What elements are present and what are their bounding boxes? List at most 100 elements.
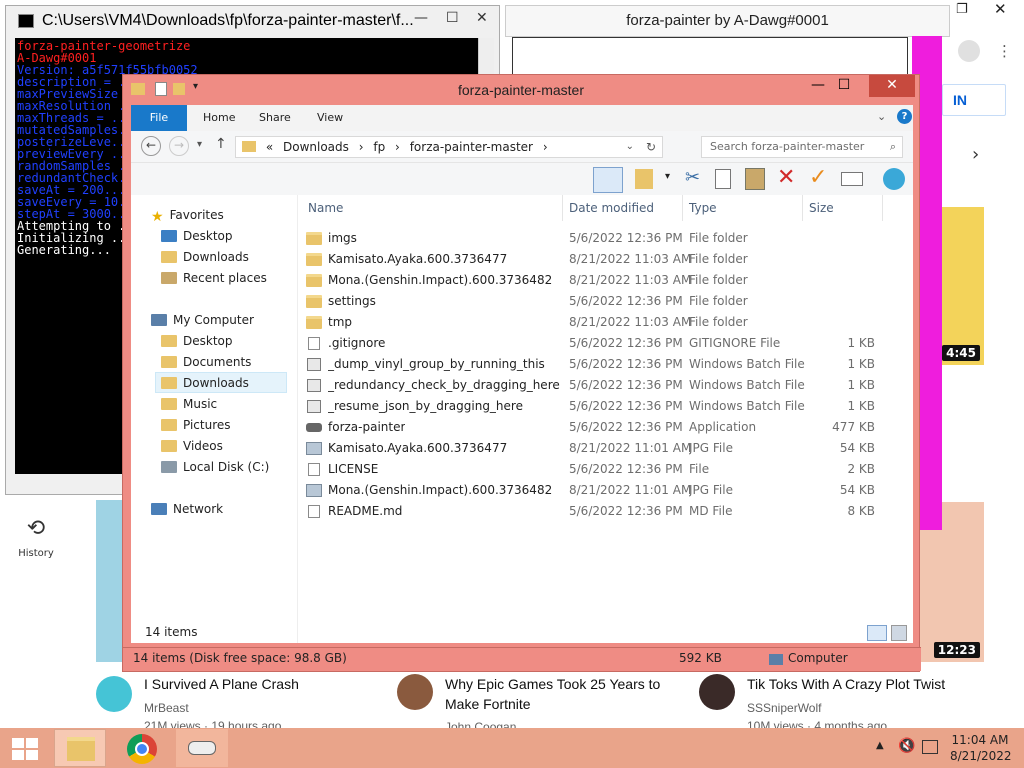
nav-favorites[interactable]: ★ Favorites xyxy=(151,205,224,226)
video-title[interactable]: Tik Toks With A Crazy Plot Twist xyxy=(747,674,987,694)
channel-avatar[interactable] xyxy=(96,676,132,712)
nav-item-documents[interactable]: Documents xyxy=(161,352,251,373)
forward-icon[interactable]: → xyxy=(169,136,189,156)
taskbar-chrome[interactable] xyxy=(116,729,168,767)
tab-view[interactable]: View xyxy=(303,105,357,131)
tray-expand-icon[interactable]: ▲ xyxy=(876,740,884,751)
file-row[interactable]: README.md 5/6/2022 12:36 PM MD File 8 KB xyxy=(306,501,906,522)
column-header-size[interactable]: Size xyxy=(803,195,883,221)
checkmark-icon[interactable]: ✓ xyxy=(809,165,827,190)
restore-icon[interactable]: ❐ xyxy=(956,2,968,17)
folder-options-icon[interactable] xyxy=(635,169,653,189)
rename-icon[interactable] xyxy=(841,172,863,186)
sign-in-button[interactable]: IN xyxy=(942,84,1006,116)
maximize-icon[interactable]: ☐ xyxy=(446,10,459,26)
nav-item-local-disk[interactable]: Local Disk (C:) xyxy=(161,457,269,478)
search-input[interactable]: Search forza-painter-master ⌕ xyxy=(701,136,903,158)
copy-icon[interactable] xyxy=(715,169,731,189)
taskbar-forza-painter[interactable] xyxy=(176,729,228,767)
close-icon[interactable]: ✕ xyxy=(476,10,488,26)
account-icon[interactable] xyxy=(958,40,980,62)
globe-icon[interactable] xyxy=(883,168,905,190)
refresh-icon[interactable]: ↻ xyxy=(646,137,656,157)
chevron-down-icon[interactable]: ⌄ xyxy=(877,110,886,123)
nav-item-recent[interactable]: Recent places xyxy=(161,268,267,289)
video-meta: 10M views · 4 months ago xyxy=(747,719,888,728)
up-icon[interactable]: ↑ xyxy=(215,136,227,152)
nav-item-desktop[interactable]: Desktop xyxy=(161,331,233,352)
column-header-date[interactable]: Date modified xyxy=(563,195,683,221)
maximize-icon[interactable]: ☐ xyxy=(831,75,857,97)
file-row[interactable]: Mona.(Genshin.Impact).600.3736482 8/21/20… xyxy=(306,480,906,501)
file-row[interactable]: _redundancy_check_by_dragging_here 5/6/20… xyxy=(306,375,906,396)
file-row[interactable]: settings 5/6/2022 12:36 PM File folder xyxy=(306,291,906,312)
breadcrumb-item[interactable]: Downloads xyxy=(283,140,349,154)
breadcrumb-separator[interactable]: › xyxy=(359,140,364,154)
cut-icon[interactable]: ✂ xyxy=(685,167,700,188)
file-row[interactable]: _resume_json_by_dragging_here 5/6/2022 12… xyxy=(306,396,906,417)
minimize-icon[interactable]: — xyxy=(414,10,428,26)
painter-window[interactable]: forza-painter by A-Dawg#0001 xyxy=(505,5,950,37)
file-row[interactable]: Mona.(Genshin.Impact).600.3736482 8/21/20… xyxy=(306,270,906,291)
breadcrumb-overflow[interactable]: « xyxy=(266,140,273,154)
details-view-icon[interactable] xyxy=(867,625,887,641)
nav-item-desktop[interactable]: Desktop xyxy=(161,226,233,247)
nav-item-music[interactable]: Music xyxy=(161,394,217,415)
channel-avatar[interactable] xyxy=(699,674,735,710)
file-row[interactable]: forza-painter 5/6/2022 12:36 PM Applicatio… xyxy=(306,417,906,438)
chevron-down-icon[interactable]: ▾ xyxy=(665,171,670,182)
taskbar-explorer[interactable] xyxy=(54,729,106,767)
start-button[interactable] xyxy=(0,729,48,767)
paste-icon[interactable] xyxy=(745,168,765,190)
tab-share[interactable]: Share xyxy=(245,105,305,131)
breadcrumb-separator[interactable]: › xyxy=(395,140,400,154)
delete-icon[interactable]: ✕ xyxy=(777,165,795,190)
nav-item-videos[interactable]: Videos xyxy=(161,436,223,457)
back-icon[interactable]: ← xyxy=(141,136,161,156)
tab-home[interactable]: Home xyxy=(189,105,249,131)
video-title[interactable]: I Survived A Plane Crash xyxy=(144,674,374,694)
file-row[interactable]: tmp 8/21/2022 11:03 AM File folder xyxy=(306,312,906,333)
large-icons-view-icon[interactable] xyxy=(891,625,907,641)
preview-pane-icon[interactable] xyxy=(593,167,623,193)
file-row[interactable]: Kamisato.Ayaka.600.3736477 8/21/2022 11:0… xyxy=(306,249,906,270)
video-thumbnail-side[interactable]: 4:45 xyxy=(940,207,984,365)
file-row[interactable]: _dump_vinyl_group_by_running_this 5/6/202… xyxy=(306,354,906,375)
channel-name[interactable]: John Coogan xyxy=(445,718,516,728)
address-field[interactable]: « Downloads › fp › forza-painter-master … xyxy=(235,136,663,158)
file-row[interactable]: Kamisato.Ayaka.600.3736477 8/21/2022 11:0… xyxy=(306,438,906,459)
help-icon[interactable]: ? xyxy=(897,109,912,124)
channel-name[interactable]: SSSniperWolf xyxy=(747,699,821,717)
more-icon[interactable]: ⋮ xyxy=(997,42,1012,60)
column-header-type[interactable]: Type xyxy=(683,195,803,221)
video-title[interactable]: Why Epic Games Took 25 Years to Make For… xyxy=(445,674,685,714)
nav-item-downloads[interactable]: Downloads xyxy=(161,247,249,268)
network-tray-icon[interactable] xyxy=(922,740,938,754)
breadcrumb-separator[interactable]: › xyxy=(543,140,548,154)
channel-avatar[interactable] xyxy=(397,674,433,710)
breadcrumb-item[interactable]: forza-painter-master xyxy=(410,140,533,154)
nav-network[interactable]: Network xyxy=(151,499,223,520)
nav-item-pictures[interactable]: Pictures xyxy=(161,415,231,436)
explorer-window[interactable]: ▾ forza-painter-master — ☐ ✕ File Home S… xyxy=(122,74,921,672)
chevron-down-icon[interactable]: ⌄ xyxy=(626,137,634,157)
close-icon[interactable]: ✕ xyxy=(869,75,915,97)
column-header-name[interactable]: Name xyxy=(302,195,563,221)
file-type: File folder xyxy=(689,252,748,266)
file-row[interactable]: imgs 5/6/2022 12:36 PM File folder xyxy=(306,228,906,249)
chevron-down-icon[interactable]: ▾ xyxy=(197,139,202,150)
clock[interactable]: 11:04 AM 8/21/2022 xyxy=(950,732,1012,764)
channel-name[interactable]: MrBeast xyxy=(144,699,189,717)
nav-my-computer[interactable]: My Computer xyxy=(151,310,254,331)
minimize-icon[interactable]: — xyxy=(805,75,831,97)
computer-icon xyxy=(769,654,783,665)
tab-file[interactable]: File xyxy=(131,105,187,131)
file-row[interactable]: LICENSE 5/6/2022 12:36 PM File 2 KB xyxy=(306,459,906,480)
breadcrumb-item[interactable]: fp xyxy=(373,140,385,154)
nav-item-downloads[interactable]: Downloads xyxy=(161,373,249,394)
file-row[interactable]: .gitignore 5/6/2022 12:36 PM GITIGNORE Fil… xyxy=(306,333,906,354)
chevron-right-icon[interactable]: › xyxy=(972,144,979,165)
volume-muted-icon[interactable]: 🔇 xyxy=(898,738,915,754)
close-icon[interactable]: ✕ xyxy=(994,0,1007,18)
history-nav[interactable]: ⟲ History xyxy=(0,510,72,570)
